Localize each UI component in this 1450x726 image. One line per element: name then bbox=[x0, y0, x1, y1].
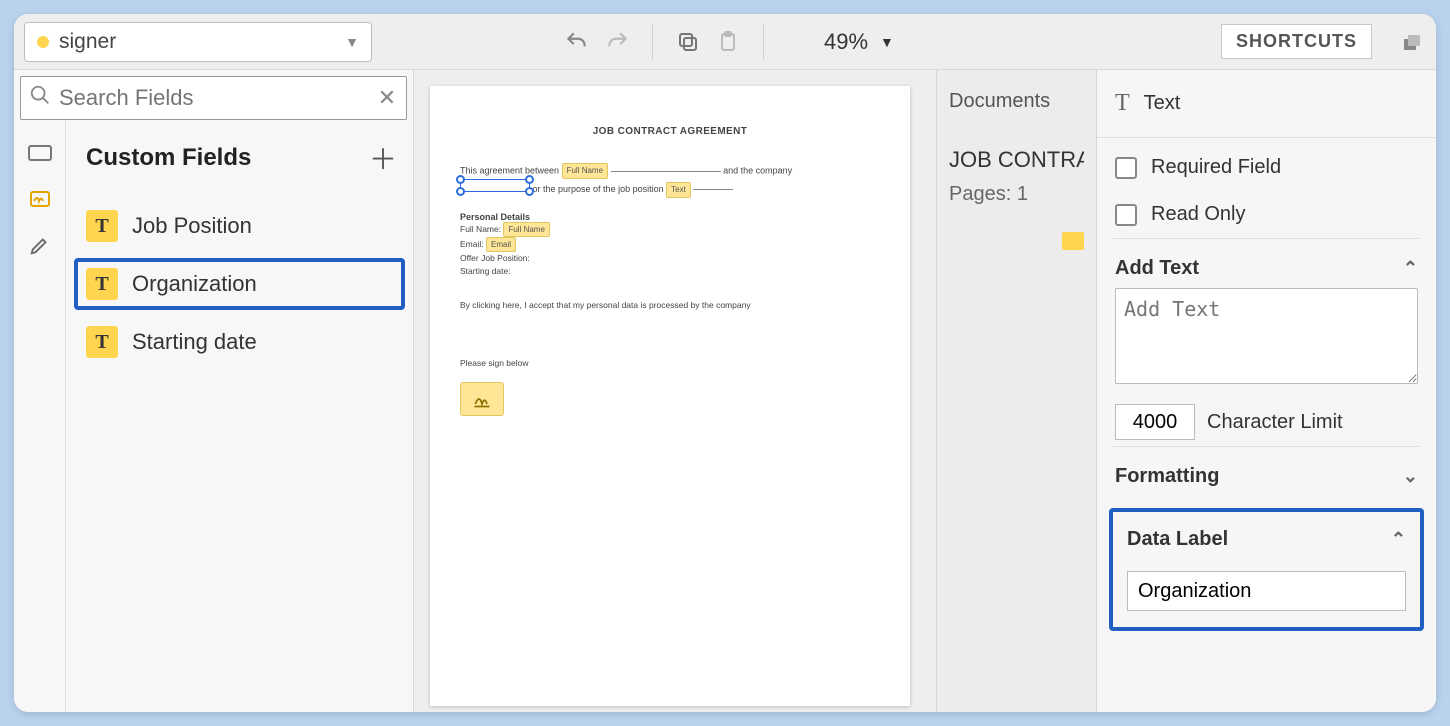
properties-panel: T Text Required Field Read Only Add Text… bbox=[1096, 70, 1436, 712]
add-text-section: Add Text ⌃ Character Limit bbox=[1113, 238, 1420, 446]
toolbar-divider bbox=[652, 24, 653, 60]
tool-rail bbox=[14, 120, 66, 712]
copy-icon[interactable] bbox=[673, 27, 703, 57]
field-type-label: Text bbox=[1144, 92, 1181, 115]
char-limit-input[interactable] bbox=[1115, 404, 1195, 440]
data-label-header[interactable]: Data Label ⌃ bbox=[1127, 528, 1406, 559]
chevron-up-icon: ⌃ bbox=[1391, 529, 1406, 550]
required-field-row[interactable]: Required Field bbox=[1113, 144, 1420, 191]
signature-field[interactable] bbox=[460, 382, 504, 416]
field-label: Starting date bbox=[132, 329, 257, 355]
kv-start: Starting date: bbox=[460, 265, 880, 278]
resize-handle[interactable] bbox=[525, 175, 534, 184]
rect-tool-icon[interactable] bbox=[25, 142, 55, 164]
kv-fullname: Full Name: Full Name bbox=[460, 222, 880, 237]
signer-label: signer bbox=[59, 30, 335, 54]
top-toolbar: signer ▼ 49% ▼ SHORTCUTS bbox=[14, 14, 1436, 70]
data-label-section: Data Label ⌃ bbox=[1109, 508, 1424, 631]
documents-panel: Documents JOB CONTRA Pages: 1 bbox=[936, 70, 1096, 712]
kv-email: Email: Email bbox=[460, 237, 880, 252]
chevron-down-icon: ⌄ bbox=[1403, 466, 1418, 487]
documents-tab[interactable]: Documents bbox=[949, 90, 1084, 113]
signer-dropdown[interactable]: signer ▼ bbox=[24, 22, 372, 62]
doc-line-1: This agreement between Full Name and the… bbox=[460, 163, 880, 179]
shortcuts-button[interactable]: SHORTCUTS bbox=[1221, 24, 1372, 59]
doc-title: JOB CONTRACT AGREEMENT bbox=[460, 126, 880, 137]
main-area: ✕ Custom Fields ＋ bbox=[14, 70, 1436, 712]
formatting-section: Formatting ⌄ bbox=[1113, 446, 1420, 502]
undo-icon[interactable] bbox=[562, 27, 592, 57]
field-label: Job Position bbox=[132, 213, 252, 239]
zoom-value: 49% bbox=[824, 29, 868, 55]
search-input[interactable] bbox=[53, 81, 374, 115]
checkbox-required[interactable] bbox=[1115, 157, 1137, 179]
required-label: Required Field bbox=[1151, 156, 1281, 179]
page-thumbnail[interactable] bbox=[949, 232, 1084, 250]
resize-handle[interactable] bbox=[456, 187, 465, 196]
readonly-field-row[interactable]: Read Only bbox=[1113, 191, 1420, 238]
field-item-starting-date[interactable]: T Starting date bbox=[74, 316, 405, 368]
field-item-job-position[interactable]: T Job Position bbox=[74, 200, 405, 252]
document-pages: Pages: 1 bbox=[949, 183, 1084, 206]
field-tag-fullname[interactable]: Full Name bbox=[503, 222, 549, 237]
custom-fields-header: Custom Fields ＋ bbox=[72, 130, 407, 194]
app-window: signer ▼ 49% ▼ SHORTCUTS bbox=[14, 14, 1436, 712]
custom-fields-title: Custom Fields bbox=[86, 144, 251, 172]
doc-line-2: or the purpose of the job position Text bbox=[460, 179, 880, 198]
toolbar-divider bbox=[763, 24, 764, 60]
signature-tool-icon[interactable] bbox=[25, 188, 55, 210]
search-field-row: ✕ bbox=[20, 76, 407, 120]
left-panel: ✕ Custom Fields ＋ bbox=[14, 70, 414, 712]
resize-handle[interactable] bbox=[525, 187, 534, 196]
field-label: Organization bbox=[132, 271, 257, 297]
text-type-icon: T bbox=[86, 268, 118, 300]
close-icon[interactable]: ✕ bbox=[374, 85, 400, 111]
add-field-icon[interactable]: ＋ bbox=[369, 138, 397, 178]
chevron-down-icon: ▼ bbox=[345, 34, 359, 50]
layers-icon[interactable] bbox=[1396, 27, 1426, 57]
document-name[interactable]: JOB CONTRA bbox=[949, 147, 1084, 173]
char-limit-row: Character Limit bbox=[1115, 404, 1418, 440]
kv-offer: Offer Job Position: bbox=[460, 252, 880, 265]
text-type-icon: T bbox=[1115, 90, 1130, 117]
char-limit-label: Character Limit bbox=[1207, 411, 1343, 434]
sign-label: Please sign below bbox=[460, 358, 880, 368]
add-text-header[interactable]: Add Text ⌃ bbox=[1115, 257, 1418, 288]
text-type-icon: T bbox=[86, 326, 118, 358]
fields-column: Custom Fields ＋ T Job Position T Organiz… bbox=[66, 120, 413, 712]
field-type-row: T Text bbox=[1097, 70, 1436, 138]
redo-icon[interactable] bbox=[602, 27, 632, 57]
selected-text-field[interactable] bbox=[460, 179, 530, 192]
signer-color-dot bbox=[37, 36, 49, 48]
document-page[interactable]: JOB CONTRACT AGREEMENT This agreement be… bbox=[430, 86, 910, 706]
canvas-area[interactable]: JOB CONTRACT AGREEMENT This agreement be… bbox=[414, 70, 936, 712]
chevron-down-icon: ▼ bbox=[880, 34, 894, 50]
text-type-icon: T bbox=[86, 210, 118, 242]
field-tag-text[interactable]: Text bbox=[666, 182, 691, 198]
pencil-tool-icon[interactable] bbox=[25, 234, 55, 256]
paste-icon[interactable] bbox=[713, 27, 743, 57]
formatting-header[interactable]: Formatting ⌄ bbox=[1115, 465, 1418, 496]
readonly-label: Read Only bbox=[1151, 203, 1246, 226]
personal-details-header: Personal Details bbox=[460, 212, 880, 222]
field-chip-icon bbox=[1062, 232, 1084, 250]
field-tag-fullname[interactable]: Full Name bbox=[562, 163, 608, 179]
add-text-input[interactable] bbox=[1115, 288, 1418, 384]
field-item-organization[interactable]: T Organization bbox=[74, 258, 405, 310]
data-label-input[interactable] bbox=[1127, 571, 1406, 611]
consent-text: By clicking here, I accept that my perso… bbox=[460, 300, 880, 310]
resize-handle[interactable] bbox=[456, 175, 465, 184]
zoom-dropdown[interactable]: 49% ▼ bbox=[824, 29, 894, 55]
search-icon[interactable] bbox=[27, 84, 53, 112]
checkbox-readonly[interactable] bbox=[1115, 204, 1137, 226]
field-tag-email[interactable]: Email bbox=[486, 237, 516, 252]
chevron-up-icon: ⌃ bbox=[1403, 258, 1418, 279]
